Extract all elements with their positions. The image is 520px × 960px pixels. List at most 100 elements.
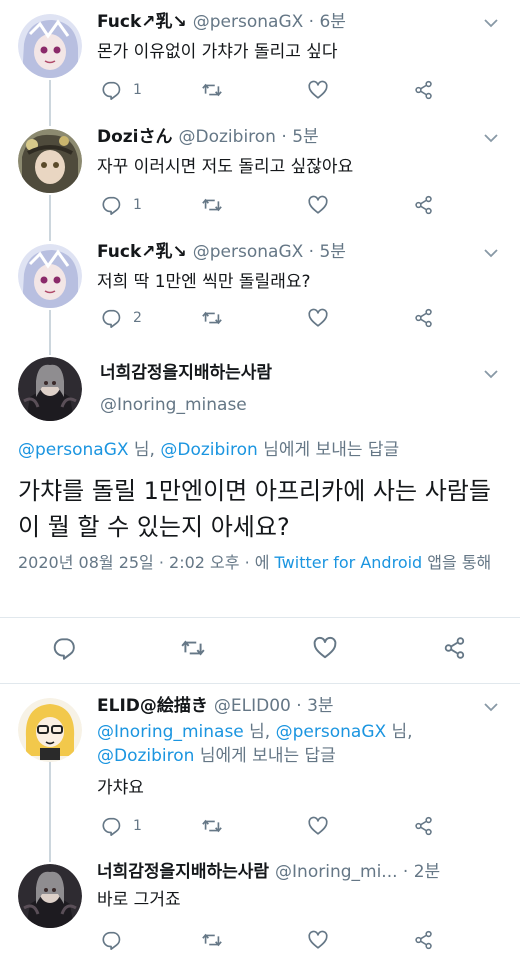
user-name[interactable]: Fuck↗乳↘ <box>97 242 187 262</box>
like-button[interactable] <box>307 78 329 102</box>
user-name[interactable]: ELID@絵描き <box>97 696 208 716</box>
tweet[interactable]: Doziさん @Dozibiron · 5분 자꾸 이러시면 저도 돌리고 싶잖아… <box>0 115 520 230</box>
tweet-time[interactable]: 6분 <box>319 12 345 32</box>
user-handle[interactable]: @personaGX <box>193 242 304 262</box>
retweet-button[interactable] <box>201 78 223 102</box>
chevron-down-icon[interactable] <box>482 14 500 32</box>
retweet-button[interactable] <box>201 814 223 838</box>
reply-icon <box>102 196 121 215</box>
share-button[interactable] <box>413 928 435 952</box>
tweet[interactable]: Fuck↗乳↘ @personaGX · 5분 저희 딱 1만엔 씩만 돌릴래요?… <box>0 230 520 345</box>
mention-link[interactable]: @Inoring_minase <box>97 722 244 742</box>
separator-dot: · <box>281 127 287 147</box>
source-link[interactable]: Twitter for Android <box>275 553 423 572</box>
tweet-header: Fuck↗乳↘ @personaGX · 5분 <box>97 240 346 264</box>
share-button[interactable] <box>413 78 435 102</box>
tweet-text: 몬가 이유없이 가챠가 돌리고 싶다 <box>97 42 338 62</box>
replying-to: @personaGX 님, @Dozibiron 님에게 보내는 답글 <box>18 438 399 462</box>
retweet-button[interactable] <box>201 193 223 217</box>
tweet-text: 가챠를 돌릴 1만엔이면 아프리카에 사는 사람들이 뭘 할 수 있는지 아세요… <box>18 477 491 541</box>
reply-separator: 님, <box>386 722 413 742</box>
user-handle[interactable]: @Inoring_mi... <box>275 862 397 882</box>
share-button[interactable] <box>413 193 435 217</box>
user-handle[interactable]: @personaGX <box>193 12 304 32</box>
retweet-button[interactable] <box>201 306 223 330</box>
retweet-icon <box>181 640 205 656</box>
like-button[interactable] <box>307 814 329 838</box>
avatar[interactable] <box>18 698 82 762</box>
mention-link[interactable]: @Dozibiron <box>97 746 194 766</box>
avatar[interactable] <box>18 357 82 421</box>
user-handle[interactable]: @Dozibiron <box>179 127 276 147</box>
tweet-header: Doziさん @Dozibiron · 5분 <box>97 125 319 149</box>
chevron-down-icon[interactable] <box>482 698 500 716</box>
reply-button[interactable]: 1 <box>101 814 142 838</box>
user-handle[interactable]: @ELID00 <box>214 696 291 716</box>
reply-button[interactable]: 1 <box>101 193 142 217</box>
share-button[interactable] <box>442 635 468 661</box>
tweet-time[interactable]: 5분 <box>319 242 345 262</box>
mention-link[interactable]: @Dozibiron <box>160 440 257 460</box>
reply-icon <box>102 309 121 328</box>
share-icon <box>415 816 432 836</box>
avatar[interactable] <box>18 244 82 308</box>
tweet[interactable]: ELID@絵描き @ELID00 · 3분 @Inoring_minase 님, … <box>0 684 520 844</box>
reply-button[interactable]: 2 <box>101 306 142 330</box>
source-tail: 앱을 통해 <box>422 553 492 572</box>
user-name[interactable]: Doziさん <box>97 127 173 147</box>
reply-icon <box>102 81 121 100</box>
retweet-button[interactable] <box>201 928 223 952</box>
tweet-time[interactable]: 2분 <box>414 862 440 882</box>
user-name[interactable]: 너희감정을지배하는사람 <box>97 862 269 882</box>
chevron-down-icon[interactable] <box>482 129 500 147</box>
reply-label: 님에게 보내는 답글 <box>257 440 400 460</box>
tweet-actions: 1 <box>97 814 447 838</box>
retweet-button[interactable] <box>180 635 206 661</box>
reply-button[interactable] <box>101 928 123 952</box>
avatar[interactable] <box>18 14 82 78</box>
share-button[interactable] <box>413 306 435 330</box>
tweet[interactable]: 너희감정을지배하는사람 @Inoring_mi... · 2분 바로 그거죠 <box>0 848 520 960</box>
user-handle[interactable]: @Inoring_minase <box>100 393 272 417</box>
tweet-actions <box>50 635 490 661</box>
heart-icon <box>308 80 328 99</box>
chevron-down-icon[interactable] <box>482 244 500 262</box>
heart-icon <box>308 816 328 835</box>
chevron-down-icon[interactable] <box>482 365 500 383</box>
main-tweet: 너희감정을지배하는사람 @Inoring_minase @personaGX 님… <box>0 345 520 675</box>
mention-link[interactable]: @personaGX <box>276 722 387 742</box>
user-name[interactable]: 너희감정을지배하는사람 <box>100 361 272 385</box>
tweet-actions <box>97 928 447 952</box>
share-icon <box>415 80 432 100</box>
like-button[interactable] <box>307 193 329 217</box>
reply-icon <box>102 817 121 836</box>
tweet-text: 자꾸 이러시면 저도 돌리고 싶잖아요 <box>97 157 354 177</box>
like-button[interactable] <box>307 306 329 330</box>
replying-to: @Inoring_minase 님, @personaGX 님, @Dozibi… <box>97 720 500 768</box>
reply-button[interactable] <box>52 635 78 661</box>
heart-icon <box>308 308 328 327</box>
tweet-actions: 1 <box>97 193 447 217</box>
tweet-actions: 2 <box>97 306 447 330</box>
tweet-time[interactable]: 3분 <box>307 696 333 716</box>
avatar[interactable] <box>18 864 82 928</box>
heart-icon <box>313 636 337 659</box>
reply-count: 2 <box>133 310 142 326</box>
share-button[interactable] <box>413 814 435 838</box>
tweet-header: Fuck↗乳↘ @personaGX · 6분 <box>97 10 346 34</box>
tweet[interactable]: Fuck↗乳↘ @personaGX · 6분 몬가 이유없이 가챠가 돌리고 싶… <box>0 0 520 115</box>
tweet-time[interactable]: 5분 <box>292 127 318 147</box>
avatar[interactable] <box>18 129 82 193</box>
tweet-date[interactable]: 2020년 08월 25일 · 2:02 오후 · 에 <box>18 553 275 572</box>
tweet-text: 가챠요 <box>97 778 144 798</box>
like-button[interactable] <box>312 635 338 661</box>
tweet-actions: 1 <box>97 78 447 102</box>
reply-button[interactable]: 1 <box>101 78 142 102</box>
mention-link[interactable]: @personaGX <box>18 440 129 460</box>
retweet-icon <box>202 819 222 833</box>
separator-dot: · <box>296 696 302 716</box>
tweet-meta: 2020년 08월 25일 · 2:02 오후 · 에 Twitter for … <box>18 550 502 576</box>
user-name[interactable]: Fuck↗乳↘ <box>97 12 187 32</box>
like-button[interactable] <box>307 928 329 952</box>
share-icon <box>415 930 432 950</box>
